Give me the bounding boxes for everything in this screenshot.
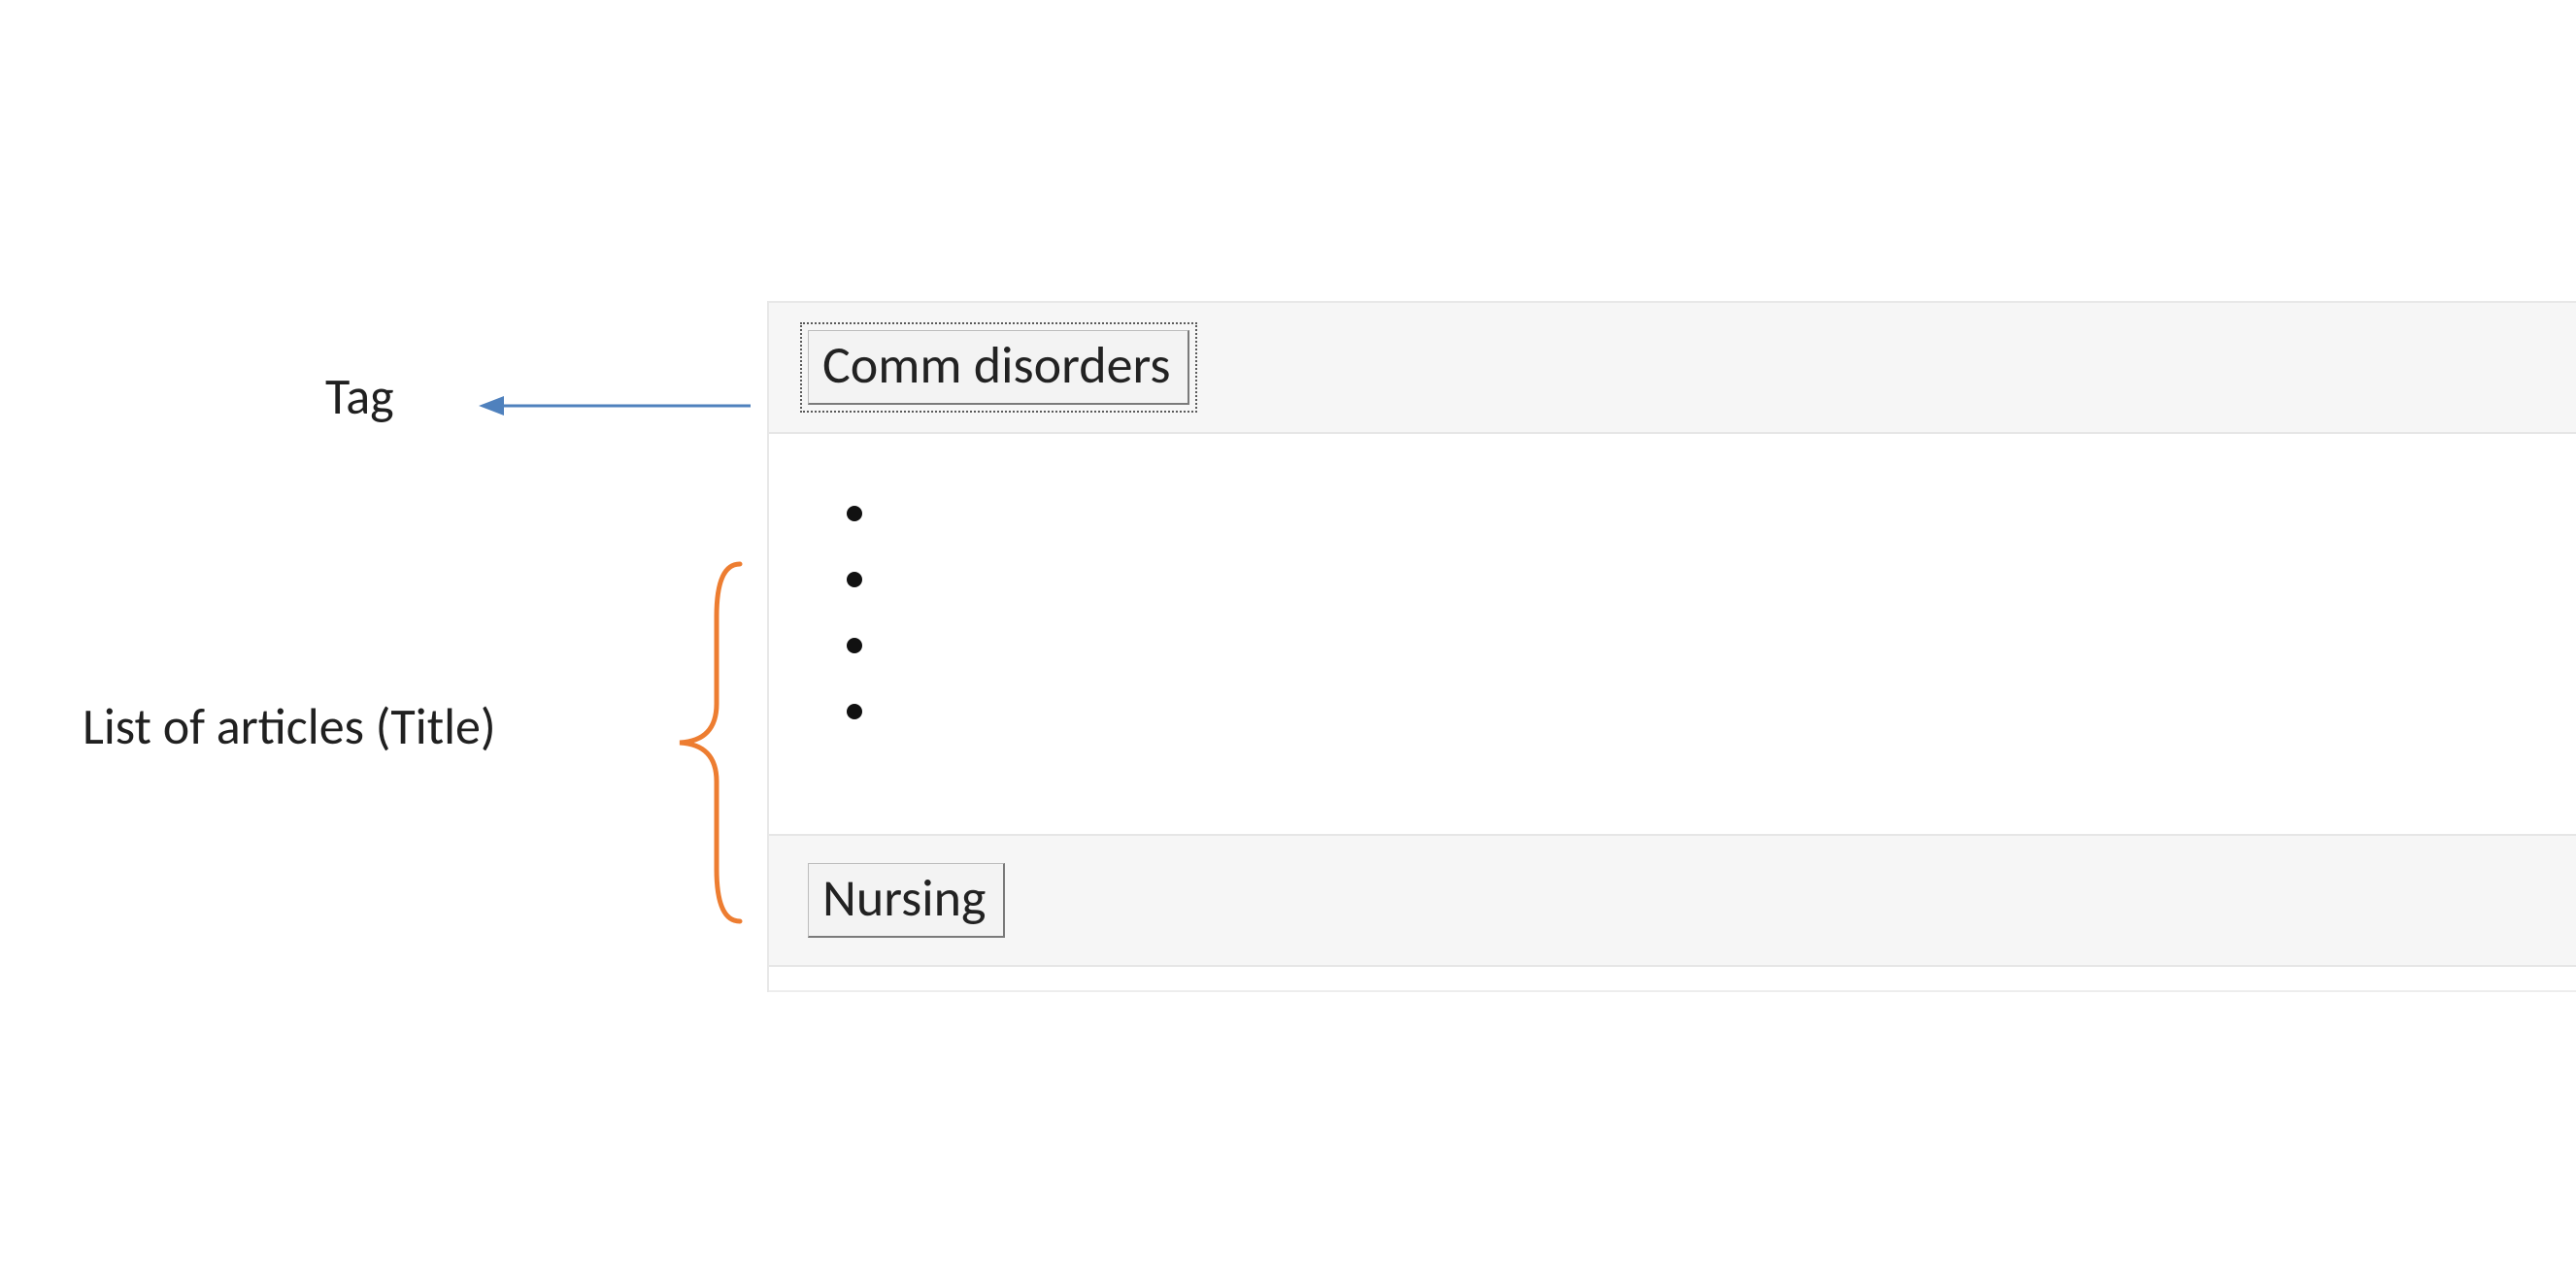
curly-brace-icon <box>670 558 748 927</box>
tag-group-header: Comm disorders <box>769 303 2576 434</box>
list-item[interactable] <box>847 679 2498 745</box>
separator <box>769 990 2576 992</box>
tag-button-nursing[interactable]: Nursing <box>808 863 1005 938</box>
arrow-left-icon <box>479 392 751 419</box>
list-item[interactable] <box>847 547 2498 613</box>
diagram-canvas: Tag List of articles (Title) Comm disord… <box>0 0 2576 1263</box>
annotation-list-label: List of articles (Title) <box>83 699 496 754</box>
list-item[interactable] <box>847 481 2498 547</box>
tag-group-header: Nursing <box>769 834 2576 967</box>
article-list-items <box>847 481 2498 745</box>
annotation-tag-label: Tag <box>325 369 394 424</box>
list-item[interactable] <box>847 613 2498 679</box>
tag-button-comm-disorders[interactable]: Comm disorders <box>808 330 1189 405</box>
article-list <box>769 434 2576 834</box>
tag-groups-panel: Comm disorders Nursing <box>767 301 2576 992</box>
